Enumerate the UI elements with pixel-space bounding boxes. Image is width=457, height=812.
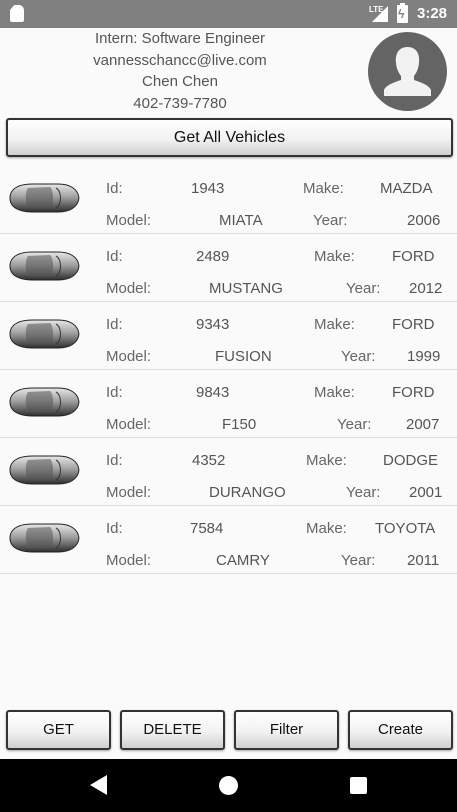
- car-icon: [6, 452, 82, 488]
- id-label: Id:: [106, 248, 123, 265]
- model-label: Model:: [106, 212, 152, 229]
- vehicle-model: CAMRY: [216, 552, 270, 569]
- vehicle-id: 1943: [191, 180, 225, 197]
- vehicle-id: 2489: [196, 248, 230, 265]
- model-label: Model:: [106, 484, 152, 501]
- vehicle-row[interactable]: Id: 2489 Make: FORD Model: MUSTANG Year: 2012: [0, 234, 457, 302]
- id-label: Id:: [106, 452, 123, 469]
- vehicle-id: 4352: [192, 452, 226, 469]
- sd-card-icon: [10, 5, 24, 22]
- delete-button[interactable]: DELETE: [120, 710, 225, 750]
- vehicle-row[interactable]: Id: 9343 Make: FORD Model: FUSION Year: 1999: [0, 302, 457, 370]
- person-avatar-icon[interactable]: [368, 32, 447, 111]
- vehicle-model: FUSION: [215, 348, 272, 365]
- model-label: Model:: [106, 280, 152, 297]
- year-label: Year:: [341, 348, 376, 365]
- make-label: Make:: [314, 316, 355, 333]
- vehicle-make: MAZDA: [380, 180, 433, 197]
- vehicle-list: Id: 1943 Make: MAZDA Model: MIATA Year: 2006 Id:…: [0, 166, 457, 574]
- network-type: LTE: [369, 5, 384, 14]
- vehicle-make: DODGE: [383, 452, 439, 469]
- car-icon: [6, 316, 82, 352]
- vehicle-id: 9843: [196, 384, 230, 401]
- year-label: Year:: [313, 212, 348, 229]
- car-icon: [6, 248, 82, 284]
- car-icon: [6, 180, 82, 216]
- model-label: Model:: [106, 552, 152, 569]
- vehicle-make: FORD: [392, 316, 435, 333]
- vehicle-id: 7584: [190, 520, 224, 537]
- vehicle-year: 2011: [407, 552, 440, 569]
- profile-info: Intern: Software Engineer vannesschancc@…: [60, 28, 300, 114]
- create-button[interactable]: Create: [348, 710, 453, 750]
- vehicle-row[interactable]: Id: 4352 Make: DODGE Model: DURANGO Year: 2001: [0, 438, 457, 506]
- vehicle-year: 2006: [407, 212, 441, 229]
- vehicle-model: MUSTANG: [209, 280, 283, 297]
- year-label: Year:: [346, 280, 381, 297]
- vehicle-year: 1999: [407, 348, 441, 365]
- make-label: Make:: [314, 384, 355, 401]
- vehicle-make: FORD: [392, 384, 435, 401]
- get-button[interactable]: GET: [6, 710, 111, 750]
- clock: 3:28: [417, 5, 448, 22]
- id-label: Id:: [106, 180, 123, 197]
- vehicle-make: TOYOTA: [375, 520, 436, 537]
- vehicle-model: DURANGO: [209, 484, 286, 501]
- year-label: Year:: [341, 552, 376, 569]
- car-icon: [6, 520, 82, 556]
- vehicle-make: FORD: [392, 248, 435, 265]
- profile-phone: 402-739-7780: [133, 94, 227, 112]
- vehicle-model: F150: [222, 416, 257, 433]
- vehicle-row[interactable]: Id: 1943 Make: MAZDA Model: MIATA Year: 2006: [0, 166, 457, 234]
- profile-email: vannesschancc@live.com: [93, 51, 267, 69]
- get-all-vehicles-button[interactable]: Get All Vehicles: [6, 118, 453, 157]
- filter-button[interactable]: Filter: [234, 710, 339, 750]
- battery-charging-icon: ϟ: [397, 3, 408, 23]
- vehicle-year: 2007: [406, 416, 440, 433]
- make-label: Make:: [306, 452, 347, 469]
- profile-title: Intern: Software Engineer: [94, 30, 266, 47]
- status-bar: LTE ϟ 3:28: [0, 0, 457, 28]
- home-icon[interactable]: [219, 776, 238, 795]
- year-label: Year:: [337, 416, 372, 433]
- make-label: Make:: [303, 180, 344, 197]
- id-label: Id:: [106, 520, 123, 537]
- model-label: Model:: [106, 348, 152, 365]
- car-icon: [6, 384, 82, 420]
- vehicle-year: 2012: [409, 280, 443, 297]
- vehicle-model: MIATA: [219, 212, 263, 229]
- vehicle-row[interactable]: Id: 7584 Make: TOYOTA Model: CAMRY Year: 2011: [0, 506, 457, 574]
- id-label: Id:: [106, 316, 123, 333]
- make-label: Make:: [306, 520, 347, 537]
- year-label: Year:: [346, 484, 381, 501]
- recents-icon[interactable]: [350, 777, 367, 794]
- vehicle-year: 2001: [409, 484, 443, 501]
- profile-name: Chen Chen: [142, 73, 218, 90]
- navigation-bar: [0, 759, 457, 812]
- vehicle-row[interactable]: Id: 9843 Make: FORD Model: F150 Year: 2007: [0, 370, 457, 438]
- model-label: Model:: [106, 416, 152, 433]
- id-label: Id:: [106, 384, 123, 401]
- back-icon[interactable]: [90, 775, 107, 795]
- vehicle-id: 9343: [196, 316, 230, 333]
- make-label: Make:: [314, 248, 355, 265]
